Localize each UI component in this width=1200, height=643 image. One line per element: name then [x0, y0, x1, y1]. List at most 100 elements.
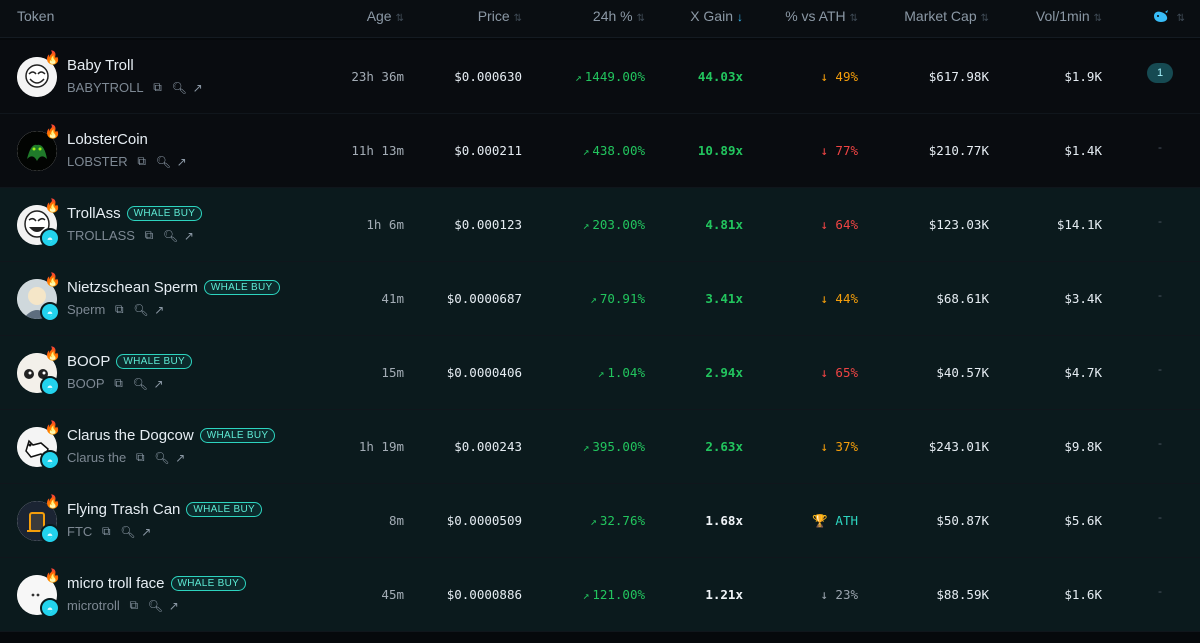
- whale-count: -: [1147, 507, 1173, 527]
- age-value: 1h 6m: [366, 217, 404, 232]
- market-cap-value: $617.98K: [928, 69, 989, 84]
- search-icon[interactable]: 🔍︎: [133, 377, 148, 391]
- sort-icon: ⇅: [849, 13, 858, 24]
- whale-count: -: [1147, 211, 1173, 231]
- header-vs-ath[interactable]: % vs ATH ⇅: [785, 0, 858, 32]
- age-value: 8m: [388, 513, 404, 528]
- token-name[interactable]: TrollAss WHALE BUY: [67, 205, 203, 222]
- external-link-icon[interactable]: ↗: [140, 525, 152, 539]
- change-24h: ↗ 70.91%: [590, 291, 645, 306]
- copy-icon[interactable]: ⧉: [100, 524, 112, 539]
- search-icon[interactable]: 🔍︎: [156, 155, 171, 169]
- token-avatar: 🔥 ◓: [17, 568, 61, 618]
- header-price[interactable]: Price ⇅: [478, 0, 522, 32]
- table-row[interactable]: 🔥 ◓ Nietzschean Sperm WHALE BUY Sperm ⧉ 🔍︎ ↗ 41m…: [0, 262, 1200, 336]
- whale-ping-icon: ◓: [40, 450, 60, 470]
- whale-ping-icon: ◓: [40, 524, 60, 544]
- market-cap-value: $68.61K: [936, 291, 989, 306]
- whale-count: -: [1147, 137, 1173, 157]
- flame-icon: 🔥: [44, 346, 61, 361]
- token-name[interactable]: LobsterCoin: [67, 131, 148, 148]
- search-icon[interactable]: 🔍︎: [133, 303, 148, 317]
- table-row[interactable]: 🔥 ◓ TrollAss WHALE BUY TROLLASS ⧉ 🔍︎ ↗ 1h 6m $0.0…: [0, 188, 1200, 262]
- external-link-icon[interactable]: ↗: [168, 599, 180, 613]
- arrow-down-icon: ↓: [820, 69, 828, 84]
- copy-icon[interactable]: ⧉: [143, 228, 155, 243]
- token-symbol-row: Sperm ⧉ 🔍︎ ↗: [67, 302, 165, 317]
- x-gain-value: 4.81x: [705, 217, 743, 232]
- sort-icon: ⇅: [636, 13, 645, 24]
- age-value: 41m: [381, 291, 404, 306]
- search-icon[interactable]: 🔍︎: [148, 599, 163, 613]
- change-24h: ↗ 1449.00%: [575, 69, 645, 84]
- market-cap-value: $50.87K: [936, 513, 989, 528]
- x-gain-value: 44.03x: [697, 69, 743, 84]
- header-token[interactable]: Token: [17, 0, 54, 32]
- header-market-cap[interactable]: Market Cap ⇅: [904, 0, 989, 32]
- token-name[interactable]: BOOP WHALE BUY: [67, 353, 192, 370]
- x-gain-value: 3.41x: [705, 291, 743, 306]
- vol-1min-value: $1.6K: [1064, 587, 1102, 602]
- header-24h-change[interactable]: 24h % ⇅: [593, 0, 645, 32]
- price-value: $0.0000509: [446, 513, 522, 528]
- external-link-icon[interactable]: ↗: [192, 81, 204, 95]
- search-icon[interactable]: 🔍︎: [163, 229, 178, 243]
- token-name[interactable]: micro troll face WHALE BUY: [67, 575, 247, 592]
- search-icon[interactable]: 🔍︎: [154, 451, 169, 465]
- search-icon[interactable]: 🔍︎: [172, 81, 187, 95]
- whale-count: -: [1147, 581, 1173, 601]
- token-symbol-row: FTC ⧉ 🔍︎ ↗: [67, 524, 152, 539]
- token-avatar: 🔥 ◓: [17, 420, 61, 470]
- table-row[interactable]: 🔥 ◓ micro troll face WHALE BUY microtroll ⧉ 🔍︎…: [0, 558, 1200, 632]
- search-icon[interactable]: 🔍︎: [120, 525, 135, 539]
- copy-icon[interactable]: ⧉: [113, 302, 125, 317]
- header-whale[interactable]: ⇅: [1153, 0, 1185, 32]
- copy-icon[interactable]: ⧉: [152, 80, 164, 95]
- header-age[interactable]: Age ⇅: [367, 0, 404, 32]
- token-symbol-row: microtroll ⧉ 🔍︎ ↗: [67, 598, 180, 613]
- token-name[interactable]: Clarus the Dogcow WHALE BUY: [67, 427, 276, 444]
- external-link-icon[interactable]: ↗: [174, 451, 186, 465]
- trend-up-icon: ↗: [582, 145, 590, 158]
- external-link-icon[interactable]: ↗: [176, 155, 188, 169]
- flame-icon: 🔥: [44, 494, 61, 509]
- trend-up-icon: ↗: [575, 71, 582, 84]
- whale-count: -: [1147, 359, 1173, 379]
- arrow-down-icon: ↓: [820, 143, 828, 158]
- empty-value: -: [1158, 214, 1162, 228]
- whale-buy-badge: WHALE BUY: [186, 502, 262, 517]
- market-cap-value: $243.01K: [928, 439, 989, 454]
- vol-1min-value: $9.8K: [1064, 439, 1102, 454]
- header-vol-1min[interactable]: Vol/1min ⇅: [1036, 0, 1102, 32]
- x-gain-value: 1.21x: [705, 587, 743, 602]
- copy-icon[interactable]: ⧉: [113, 376, 125, 391]
- arrow-down-icon: ↓: [820, 439, 828, 454]
- sort-icon: ⇅: [980, 13, 989, 24]
- table-row[interactable]: 🔥 LobsterCoin LOBSTER ⧉ 🔍︎ ↗ 11h 13m $0.000211 ↗…: [0, 114, 1200, 188]
- token-name[interactable]: Flying Trash Can WHALE BUY: [67, 501, 262, 518]
- trend-up-icon: ↗: [590, 515, 597, 528]
- table-row[interactable]: 🔥 ◓ BOOP WHALE BUY BOOP ⧉ 🔍︎ ↗ 15m $0.0000406 ↗ 1.0…: [0, 336, 1200, 410]
- token-symbol-row: BABYTROLL ⧉ 🔍︎ ↗: [67, 80, 204, 95]
- external-link-icon[interactable]: ↗: [183, 229, 195, 243]
- whale-ping-icon: ◓: [40, 376, 60, 396]
- copy-icon[interactable]: ⧉: [128, 598, 140, 613]
- whale-count[interactable]: 1: [1147, 63, 1173, 83]
- table-row[interactable]: 🔥 ◓ Flying Trash Can WHALE BUY FTC ⧉ 🔍︎ ↗ 8m $0.0…: [0, 484, 1200, 558]
- empty-value: -: [1158, 362, 1162, 376]
- table-row[interactable]: 🔥 Baby Troll BABYTROLL ⧉ 🔍︎ ↗ 23h 36m $0.000630…: [0, 40, 1200, 114]
- sort-icon: ⇅: [395, 13, 404, 24]
- copy-icon[interactable]: ⧉: [136, 154, 148, 169]
- token-name[interactable]: Nietzschean Sperm WHALE BUY: [67, 279, 280, 296]
- age-value: 45m: [381, 587, 404, 602]
- table-row[interactable]: 🔥 ◓ Clarus the Dogcow WHALE BUY Clarus the ⧉ 🔍…: [0, 410, 1200, 484]
- external-link-icon[interactable]: ↗: [153, 303, 165, 317]
- whale-ping-icon: ◓: [40, 598, 60, 618]
- whale-ping-icon: ◓: [40, 302, 60, 322]
- market-cap-value: $88.59K: [936, 587, 989, 602]
- copy-icon[interactable]: ⧉: [134, 450, 146, 465]
- change-24h: ↗ 438.00%: [582, 143, 645, 158]
- header-x-gain[interactable]: X Gain ↓: [690, 0, 743, 32]
- token-name[interactable]: Baby Troll: [67, 57, 134, 74]
- external-link-icon[interactable]: ↗: [153, 377, 165, 391]
